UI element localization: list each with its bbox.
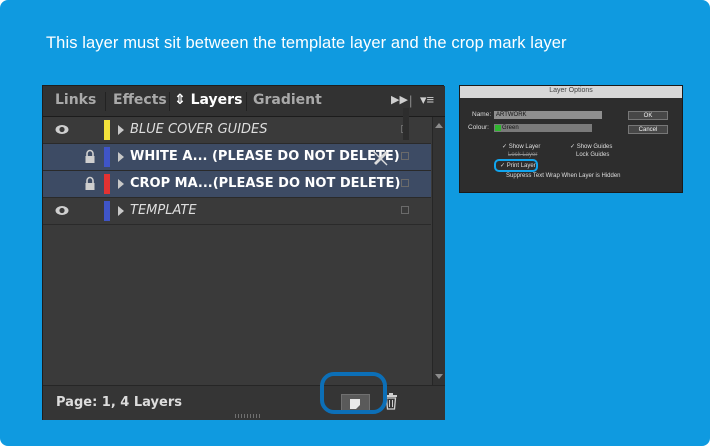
layer-row[interactable]: CROP MA...(PLEASE DO NOT DELETE) xyxy=(43,171,431,198)
layer-list: BLUE COVER GUIDES WHITE A... (PLEASE DO … xyxy=(43,117,431,225)
disclosure-triangle-icon[interactable] xyxy=(118,125,124,135)
layer-target-box[interactable] xyxy=(401,152,409,160)
print-layer-highlight xyxy=(494,159,538,172)
disclosure-triangle-icon[interactable] xyxy=(118,152,124,162)
lock-icon[interactable] xyxy=(84,149,96,164)
scroll-down-icon[interactable] xyxy=(435,374,443,379)
instruction-card: This layer must sit between the template… xyxy=(0,0,710,446)
show-guides-label: Show Guides xyxy=(576,144,613,150)
suppress-text-wrap-label: Suppress Text Wrap When Layer is Hidden xyxy=(506,173,621,179)
layer-color-swatch xyxy=(104,147,110,167)
disclosure-triangle-icon[interactable] xyxy=(118,206,124,216)
tab-divider xyxy=(169,92,170,111)
name-label: Name: xyxy=(472,111,492,118)
layer-list-scrollbar[interactable] xyxy=(432,117,445,385)
show-layer-checkbox[interactable]: ✓ Show Layer xyxy=(502,143,540,150)
eye-icon[interactable] xyxy=(55,123,69,136)
layer-color-swatch xyxy=(104,120,110,140)
layer-name[interactable]: CROP MA...(PLEASE DO NOT DELETE) xyxy=(130,176,400,191)
tab-effects[interactable]: Effects xyxy=(113,92,167,108)
layer-name-field[interactable]: ARTWORK xyxy=(494,111,602,119)
scroll-up-icon[interactable] xyxy=(435,123,443,128)
disclosure-triangle-icon[interactable] xyxy=(118,179,124,189)
layer-row[interactable]: BLUE COVER GUIDES xyxy=(43,117,431,144)
tab-links[interactable]: Links xyxy=(55,92,96,108)
layer-name[interactable]: BLUE COVER GUIDES xyxy=(130,122,268,137)
tab-divider xyxy=(246,92,247,111)
colour-label: Colour: xyxy=(468,124,489,131)
divider-icon: | xyxy=(409,93,413,108)
show-layer-label: Show Layer xyxy=(508,144,541,150)
panel-tab-bar: Links Effects ⇕ Layers Gradient ▶▶ | ▾≡ xyxy=(43,86,445,117)
tab-gradient[interactable]: Gradient xyxy=(253,92,322,108)
layer-color-swatch xyxy=(104,174,110,194)
layer-options-dialog: Layer Options Name: ARTWORK Colour: Gree… xyxy=(459,85,683,193)
layer-name[interactable]: TEMPLATE xyxy=(130,203,197,218)
headline: This layer must sit between the template… xyxy=(46,34,567,52)
tab-layers[interactable]: ⇕ Layers xyxy=(174,92,242,108)
colour-swatch xyxy=(495,125,501,131)
layer-row[interactable]: WHITE A... (PLEASE DO NOT DELETE) xyxy=(43,144,431,171)
layer-target-box[interactable] xyxy=(401,179,409,187)
layer-color-swatch xyxy=(104,201,110,221)
eye-icon[interactable] xyxy=(55,204,69,217)
layer-target-box[interactable] xyxy=(401,206,409,214)
cancel-button[interactable]: Cancel xyxy=(628,125,668,134)
layer-name[interactable]: WHITE A... (PLEASE DO NOT DELETE) xyxy=(130,149,400,164)
show-guides-checkbox[interactable]: ✓ Show Guides xyxy=(570,143,612,150)
page-layer-count: Page: 1, 4 Layers xyxy=(56,395,182,410)
layers-panel: Links Effects ⇕ Layers Gradient ▶▶ | ▾≡ … xyxy=(42,85,445,420)
ok-button[interactable]: OK xyxy=(628,111,668,120)
panel-side-handle[interactable] xyxy=(403,108,409,140)
tab-divider xyxy=(105,92,106,111)
lock-guides-label: Lock Guides xyxy=(576,152,610,158)
panel-menu-icon[interactable]: ▾≡ xyxy=(420,92,434,108)
lock-icon[interactable] xyxy=(84,176,96,191)
dialog-titlebar: Layer Options xyxy=(460,86,682,98)
lock-guides-checkbox[interactable]: Lock Guides xyxy=(576,152,609,158)
pen-icon xyxy=(372,150,388,166)
new-layer-highlight-ring xyxy=(320,372,387,414)
layer-row[interactable]: TEMPLATE xyxy=(43,198,431,225)
lock-layer-checkbox[interactable]: Lock Layer xyxy=(508,152,537,158)
suppress-text-wrap-checkbox[interactable]: Suppress Text Wrap When Layer is Hidden xyxy=(506,173,621,179)
lock-layer-label: Lock Layer xyxy=(508,152,538,158)
dialog-title: Layer Options xyxy=(549,87,593,94)
fast-forward-icon[interactable]: ▶▶ xyxy=(391,93,408,106)
colour-value: Green xyxy=(502,125,519,131)
colour-dropdown[interactable]: Green xyxy=(494,124,592,132)
resize-grip[interactable] xyxy=(235,414,261,418)
